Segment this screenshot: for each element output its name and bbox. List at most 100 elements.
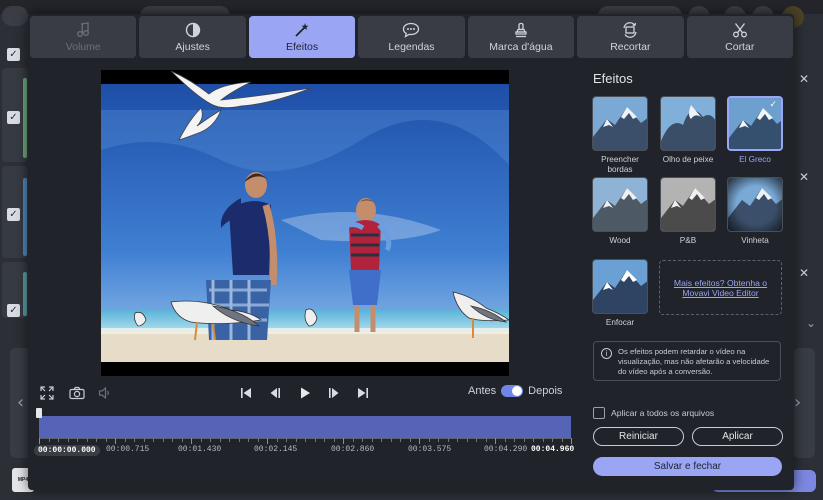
timeline-label: 00:02.860	[331, 445, 375, 454]
timeline-tick	[144, 438, 145, 442]
timeline-tick	[429, 438, 430, 442]
previous-frame-icon[interactable]	[266, 384, 284, 402]
tab-adjust[interactable]: Ajustes	[139, 16, 246, 58]
timeline-tick	[486, 438, 487, 442]
background-add-button	[2, 6, 28, 26]
timeline-tick	[552, 438, 553, 442]
selected-check-icon: ✓	[769, 100, 777, 110]
timeline-tick	[191, 438, 192, 444]
timeline-tick	[286, 438, 287, 442]
before-after-toggle-group: Antes Depois	[468, 385, 562, 397]
tab-effects[interactable]: Efeitos	[248, 16, 356, 58]
tab-label: Efeitos	[286, 40, 319, 53]
effect-label: Olho de peixe	[662, 155, 714, 164]
apply-button[interactable]: Aplicar	[692, 427, 783, 446]
timeline-tick	[334, 438, 335, 442]
timeline-tick	[172, 438, 173, 442]
effect-wood[interactable]: Wood	[592, 177, 648, 246]
timeline-tick	[324, 438, 325, 442]
tab-crop[interactable]: Recortar	[577, 16, 684, 58]
music-note-icon	[76, 21, 90, 38]
timeline-playhead[interactable]	[36, 408, 42, 418]
background-chevron-left-icon: ‹	[17, 392, 25, 413]
effect-label: Preencher bordas	[601, 155, 639, 174]
next-frame-icon[interactable]	[325, 384, 343, 402]
effect-thumbnail	[592, 177, 648, 232]
performance-info-box: i Os efeitos podem retardar o vídeo na v…	[593, 341, 781, 381]
tab-cut[interactable]: Cortar	[686, 16, 793, 58]
timeline-tick	[39, 438, 40, 444]
effect-el-greco[interactable]: ✓ El Greco	[727, 96, 783, 165]
timeline-tick	[448, 438, 449, 442]
background-chevron-down-icon: ⌄	[806, 316, 817, 330]
timeline-tick	[419, 438, 420, 444]
timeline-tick	[543, 438, 544, 442]
timeline-tick	[495, 438, 496, 444]
background-file-checkbox: ✓	[7, 208, 20, 221]
timeline-tick	[400, 438, 401, 442]
timeline-tick	[533, 438, 534, 442]
before-after-toggle[interactable]	[501, 385, 524, 397]
fullscreen-icon[interactable]	[38, 384, 56, 402]
volume-muted-icon[interactable]	[96, 384, 114, 402]
video-frame	[101, 70, 509, 376]
video-preview	[101, 70, 509, 376]
tab-subtitles[interactable]: Legendas	[358, 16, 465, 58]
tab-volume[interactable]: Volume	[30, 16, 137, 58]
stamp-icon	[513, 22, 529, 38]
effect-label: P&B	[679, 236, 697, 245]
background-file-thumbnail	[23, 272, 27, 316]
background-chevron-right-icon: ›	[794, 392, 802, 413]
timeline-tick	[220, 438, 221, 442]
play-icon[interactable]	[296, 384, 314, 402]
timeline-tick	[163, 438, 164, 442]
timeline-tick	[115, 438, 116, 444]
apply-to-all-label: Aplicar a todos os arquivos	[611, 408, 715, 418]
tab-bar: Volume Ajustes Efeitos Legendas Marca d'…	[30, 16, 793, 58]
background-file-checkbox: ✓	[7, 304, 20, 317]
effect-sharpen[interactable]: Enfocar	[592, 259, 648, 328]
timeline-tick	[296, 438, 297, 442]
effect-thumbnail	[660, 177, 716, 232]
timeline-tick	[182, 438, 183, 442]
effect-thumbnail	[727, 177, 783, 232]
timeline-label: 00:00.715	[106, 445, 150, 454]
effect-fisheye[interactable]: Olho de peixe	[660, 96, 716, 165]
timeline-tick	[125, 438, 126, 442]
speech-bubble-icon	[402, 22, 420, 38]
timeline-tick	[524, 438, 525, 442]
timeline-label: 00:02.145	[254, 445, 298, 454]
timeline-tick	[381, 438, 382, 442]
timeline-tick	[277, 438, 278, 442]
effect-fill-borders[interactable]: Preencher bordas	[592, 96, 648, 175]
timeline-tick	[571, 438, 572, 444]
effect-label: Wood	[609, 236, 631, 245]
timeline-tick	[514, 438, 515, 442]
tab-label: Recortar	[610, 40, 651, 53]
timeline-tick	[229, 438, 230, 442]
timeline-label: 00:03.575	[408, 445, 452, 454]
skip-to-start-icon[interactable]	[237, 384, 255, 402]
timeline-tick	[153, 438, 154, 442]
timeline-track[interactable]	[39, 416, 571, 438]
timeline-tick	[49, 438, 50, 442]
skip-to-end-icon[interactable]	[354, 384, 372, 402]
timeline-tick	[372, 438, 373, 442]
save-and-close-button[interactable]: Salvar e fechar	[593, 457, 782, 476]
effect-black-white[interactable]: P&B	[660, 177, 716, 246]
effect-label: Vinheta	[741, 236, 769, 245]
more-effects-link[interactable]: Mais efeitos? Obtenha o Movavi Video Edi…	[660, 278, 781, 298]
tab-label: Ajustes	[175, 40, 210, 53]
snapshot-camera-icon[interactable]	[68, 384, 86, 402]
apply-to-all-checkbox[interactable]	[593, 407, 605, 419]
tab-label: Marca d'água	[489, 40, 553, 53]
reset-button[interactable]: Reiniciar	[593, 427, 684, 446]
timeline-tick	[353, 438, 354, 442]
effect-vignette[interactable]: Vinheta	[727, 177, 783, 246]
tab-watermark[interactable]: Marca d'água	[467, 16, 575, 58]
background-file-checkbox: ✓	[7, 111, 20, 124]
settings-modal: Volume Ajustes Efeitos Legendas Marca d'…	[28, 14, 794, 490]
tab-label: Volume	[65, 40, 101, 53]
timeline-tick	[438, 438, 439, 442]
after-label: Depois	[528, 385, 563, 397]
